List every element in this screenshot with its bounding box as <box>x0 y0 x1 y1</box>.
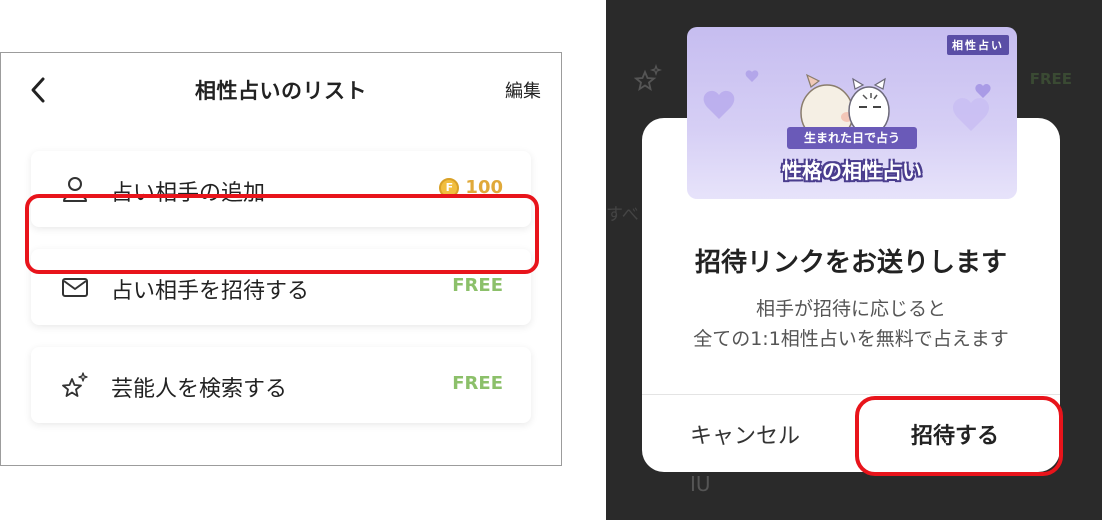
background-free-badge: FREE <box>1029 70 1072 88</box>
person-icon <box>63 177 87 202</box>
free-badge: FREE <box>452 275 503 296</box>
invite-partner-label: 占い相手を招待する <box>111 279 310 304</box>
envelope-icon <box>62 278 88 297</box>
list-panel: 相性占いのリスト 編集 占い相手の追加 F 100 占い相手を招待する FREE… <box>0 52 562 466</box>
invite-button[interactable]: 招待する <box>911 418 999 450</box>
cancel-button[interactable]: キャンセル <box>690 418 800 450</box>
dialog-title: 招待リンクをお送りします <box>694 248 1007 278</box>
dialog-divider <box>642 394 1060 395</box>
coin-price: F 100 <box>439 177 503 198</box>
add-partner-item[interactable]: 占い相手の追加 F 100 <box>31 151 531 227</box>
free-badge: FREE <box>452 373 503 394</box>
add-partner-label: 占い相手の追加 <box>111 181 266 206</box>
dialog-message-line1: 相手が招待に応じると <box>755 298 946 320</box>
coin-icon: F <box>439 177 460 198</box>
background-section-label: すべ <box>606 205 639 225</box>
price-value: 100 <box>465 177 503 198</box>
invite-partner-item[interactable]: 占い相手を招待する FREE <box>31 249 531 325</box>
search-celebrity-label: 芸能人を検索する <box>111 377 288 402</box>
background-partner-name: IU <box>690 472 711 496</box>
banner-ribbon: 生まれた日で占う <box>787 127 917 149</box>
dialog-message-line2: 全ての1:1相性占いを無料で占えます <box>693 328 1009 350</box>
compatibility-banner: 相性占い 生まれた日で占う 性格の相性占い <box>687 27 1017 199</box>
dialog-message: 相手が招待に応じると 全ての1:1相性占いを無料で占えます <box>642 294 1060 354</box>
sparkle-star-icon <box>62 372 88 397</box>
page-title: 相性占いのリスト <box>195 79 367 103</box>
search-celebrity-item[interactable]: 芸能人を検索する FREE <box>31 347 531 423</box>
edit-button[interactable]: 編集 <box>505 77 541 103</box>
sparkle-star-icon <box>634 64 662 91</box>
banner-title: 性格の相性占い <box>782 159 922 183</box>
